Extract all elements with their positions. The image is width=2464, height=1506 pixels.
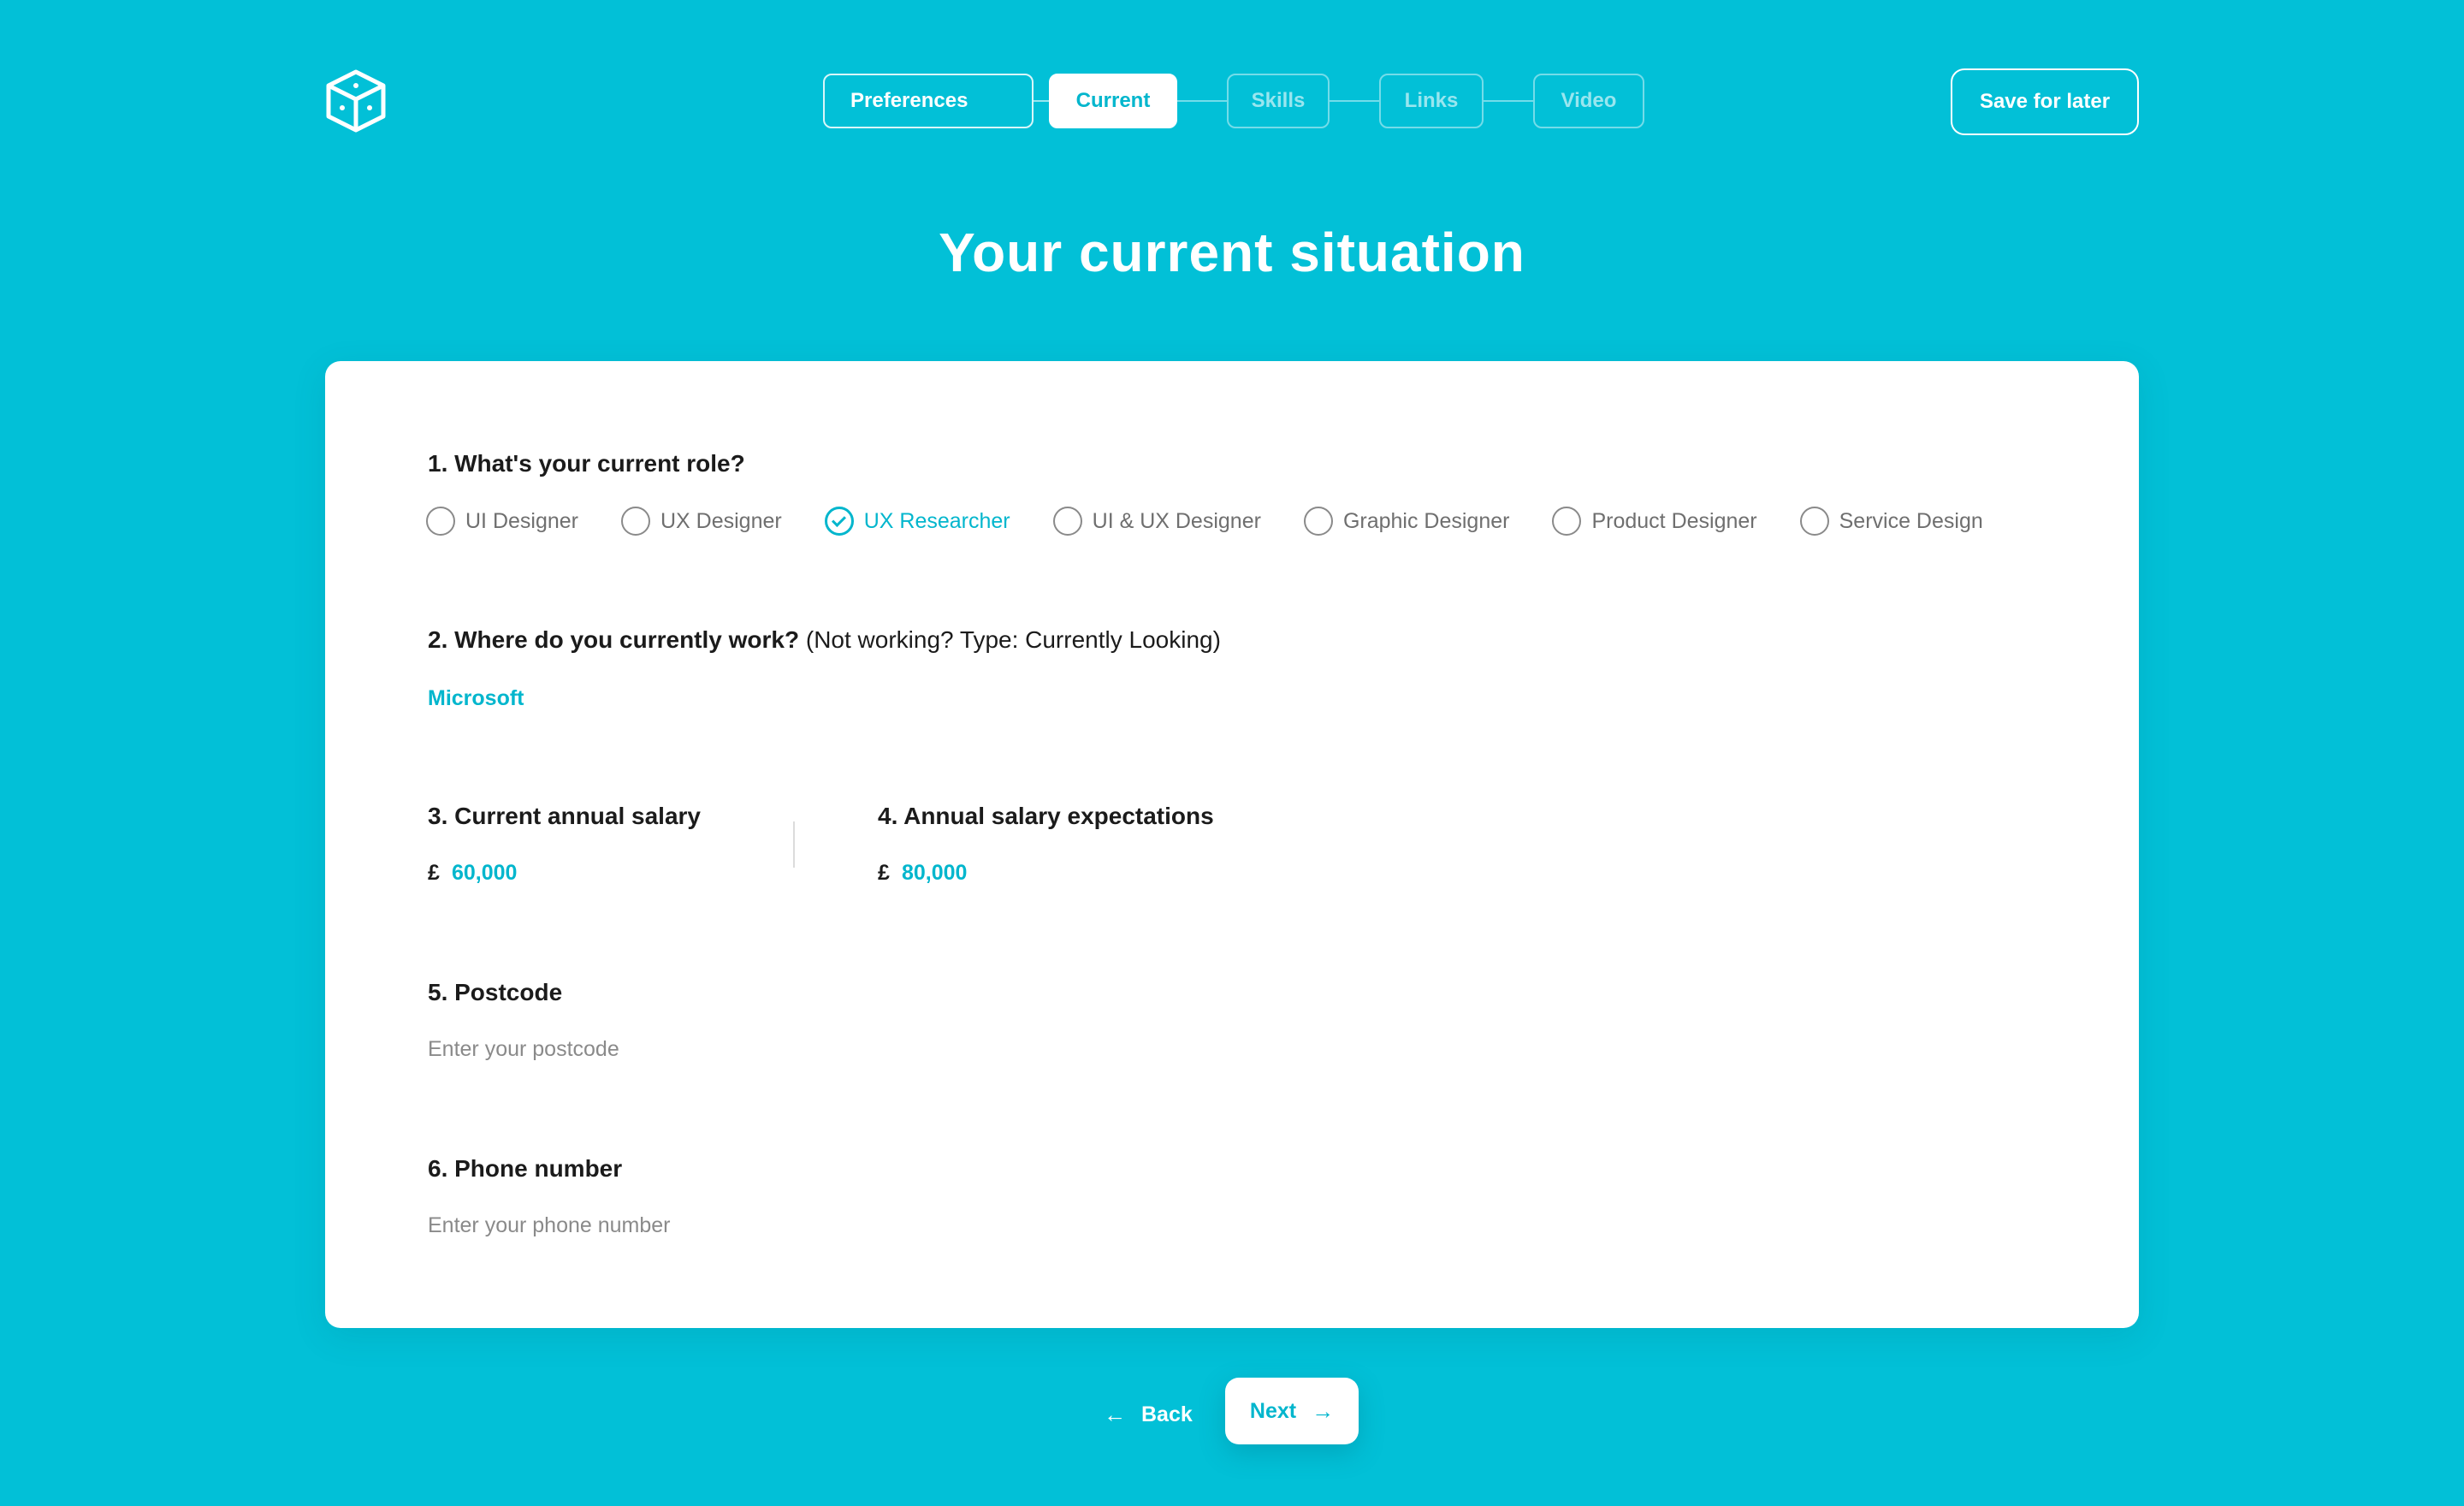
role-option-label: Product Designer <box>1591 508 1757 533</box>
step-connector <box>1177 100 1227 102</box>
current-salary-currency: £ <box>428 861 440 885</box>
step-connector <box>1034 100 1049 102</box>
step-connector <box>1484 100 1533 102</box>
back-button[interactable]: ← Back <box>1104 1393 1193 1436</box>
question-current-salary-title: 3. Current annual salary <box>428 803 702 829</box>
role-option-ux-designer[interactable]: UX Designer <box>621 507 782 536</box>
role-option-product-designer[interactable]: Product Designer <box>1552 507 1757 536</box>
question-workplace-title: 2. Where do you currently work? (Not wor… <box>428 626 1221 654</box>
radio-icon[interactable] <box>1552 507 1582 536</box>
role-option-label: UI Designer <box>465 508 578 533</box>
postcode-input[interactable]: Enter your postcode <box>428 1037 619 1062</box>
radio-icon[interactable] <box>621 507 650 536</box>
question-salary-expectations-title: 4. Annual salary expectations <box>878 803 1214 829</box>
role-option-label: UX Designer <box>660 508 782 533</box>
question-postcode-title: 5. Postcode <box>428 979 563 1005</box>
salary-divider <box>793 821 795 868</box>
role-option-label: Service Design <box>1839 508 1983 533</box>
next-button[interactable]: Next → <box>1225 1378 1359 1444</box>
save-for-later-button[interactable]: Save for later <box>1951 68 2139 135</box>
step-skills[interactable]: Skills <box>1227 74 1330 128</box>
form-card: 1. What's your current role? UI Designer… <box>325 361 2139 1328</box>
radio-checked-icon[interactable] <box>824 507 854 536</box>
phone-input[interactable]: Enter your phone number <box>428 1213 671 1238</box>
page-title: Your current situation <box>939 222 1525 283</box>
step-preferences[interactable]: Preferences <box>823 74 1034 128</box>
radio-icon[interactable] <box>1303 507 1333 536</box>
role-option-ui-ux-designer[interactable]: UI & UX Designer <box>1052 507 1261 536</box>
role-option-graphic-designer[interactable]: Graphic Designer <box>1303 507 1510 536</box>
cube-logo-icon[interactable] <box>323 68 388 133</box>
radio-icon[interactable] <box>426 507 455 536</box>
expected-salary-currency: £ <box>878 861 890 885</box>
role-option-ux-researcher[interactable]: UX Researcher <box>824 507 1010 536</box>
step-video[interactable]: Video <box>1533 74 1644 128</box>
step-connector <box>1330 100 1379 102</box>
step-links[interactable]: Links <box>1379 74 1484 128</box>
workplace-input[interactable]: Microsoft <box>428 686 524 711</box>
progress-steps: Preferences Current Skills Links Video <box>823 74 1644 128</box>
question-workplace-label: 2. Where do you currently work? <box>428 626 800 653</box>
question-phone-title: 6. Phone number <box>428 1155 623 1182</box>
step-current[interactable]: Current <box>1049 74 1177 128</box>
expected-salary-input[interactable]: 80,000 <box>902 861 967 886</box>
role-option-label: UI & UX Designer <box>1092 508 1261 533</box>
next-label: Next <box>1249 1398 1297 1423</box>
role-option-label: Graphic Designer <box>1342 508 1510 533</box>
question-workplace-hint: (Not working? Type: Currently Looking) <box>805 626 1221 653</box>
question-role-title: 1. What's your current role? <box>428 450 745 477</box>
back-label: Back <box>1141 1402 1193 1426</box>
arrow-left-icon: ← <box>1104 1401 1126 1427</box>
role-option-service-design[interactable]: Service Design <box>1799 507 1983 536</box>
arrow-right-icon: → <box>1312 1397 1335 1424</box>
radio-icon[interactable] <box>1799 507 1829 536</box>
radio-icon[interactable] <box>1052 507 1082 536</box>
role-radio-group: UI Designer UX Designer UX Researcher UI… <box>426 507 1983 536</box>
role-option-ui-designer[interactable]: UI Designer <box>426 507 578 536</box>
current-salary-input[interactable]: 60,000 <box>452 861 517 886</box>
role-option-label: UX Researcher <box>863 508 1010 533</box>
